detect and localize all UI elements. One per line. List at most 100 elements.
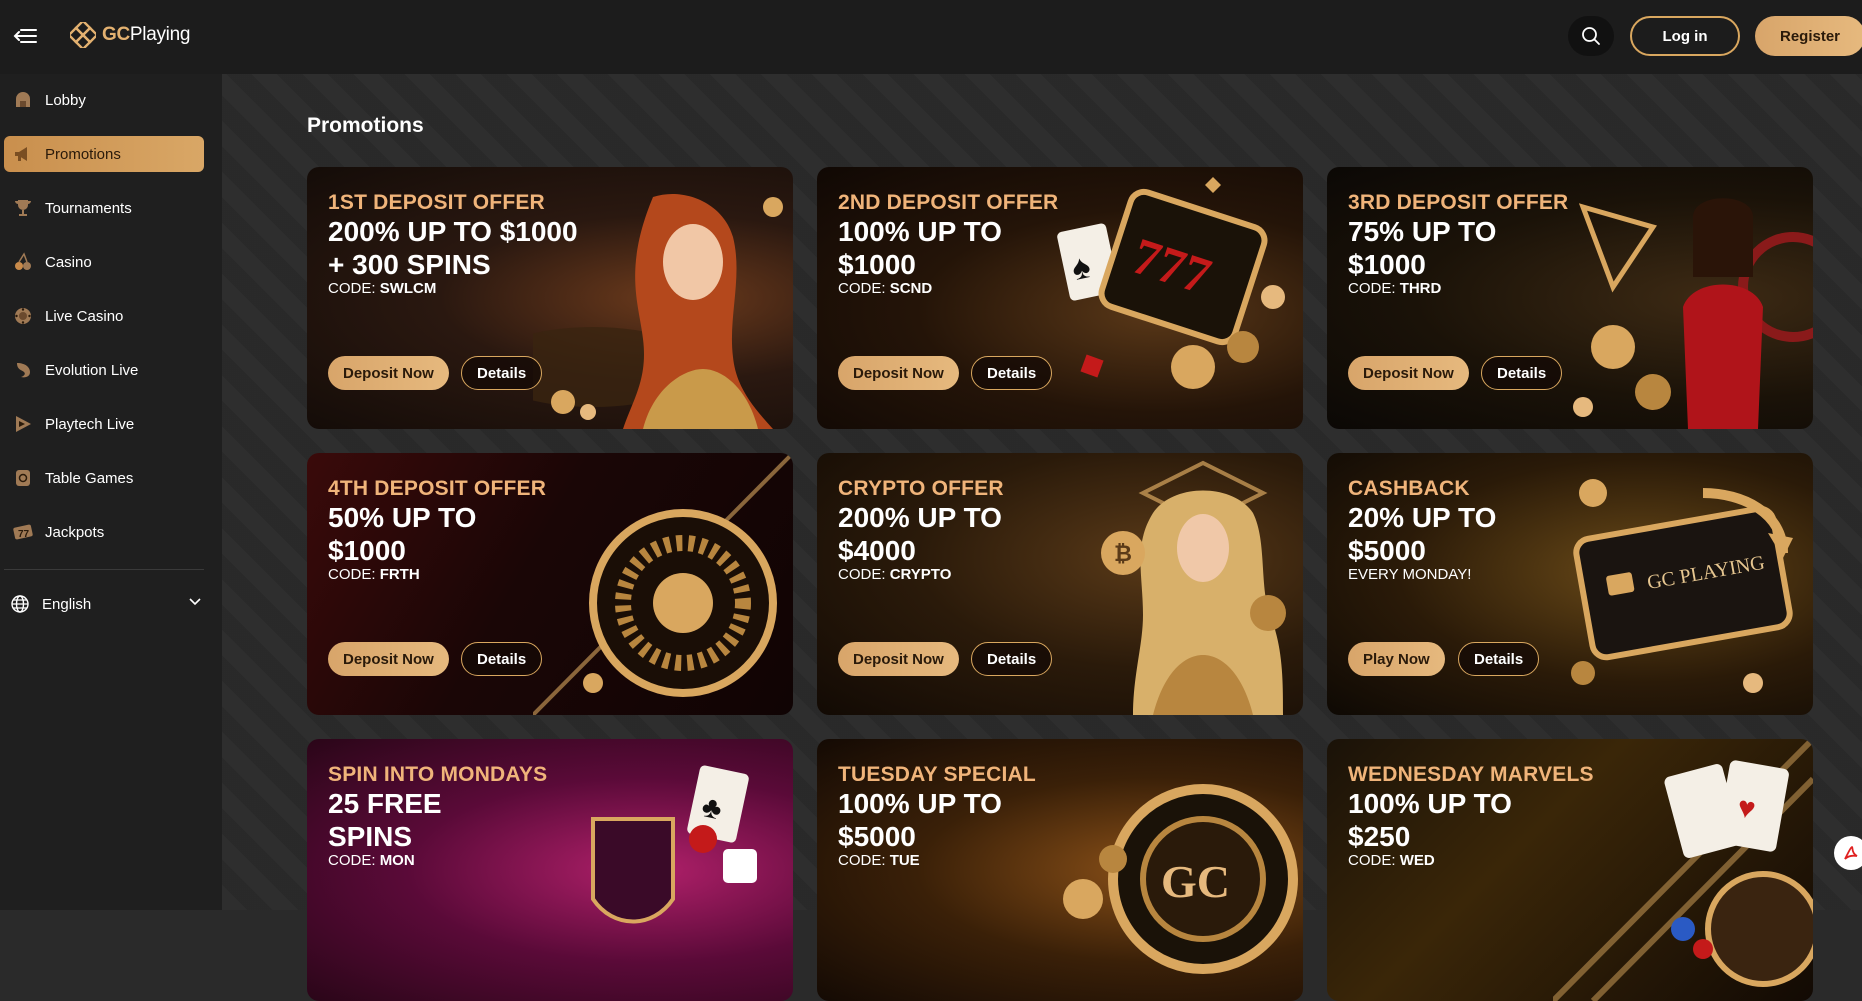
- woman-blonde-bitcoin-art: ₿: [1101, 460, 1286, 715]
- dice-icon: [12, 467, 34, 489]
- sidebar-item-label: Playtech Live: [45, 415, 135, 433]
- lobby-icon: [12, 89, 34, 111]
- promo-card-tuesday-special[interactable]: GC TUESDAY SPECIAL 100% UP TO $5000 CODE…: [817, 739, 1303, 1001]
- promo-card-second-deposit[interactable]: ♠ 777 2ND DEPOSIT OFFER 100% UP TO $1000…: [817, 167, 1303, 429]
- promo-code-prefix: CODE:: [838, 566, 890, 583]
- details-button[interactable]: Details: [1481, 356, 1563, 390]
- promo-code-value: THRD: [1399, 280, 1442, 297]
- login-button[interactable]: Log in: [1630, 16, 1740, 56]
- collapse-menu-icon[interactable]: [12, 24, 38, 48]
- sidebar-item-lobby[interactable]: Lobby: [4, 82, 204, 118]
- promo-eyebrow: CRYPTO OFFER: [838, 477, 1004, 500]
- promo-card-crypto[interactable]: ₿ CRYPTO OFFER 200% UP TO $4000 CODE: CR…: [817, 453, 1303, 715]
- sidebar-divider: [4, 569, 204, 570]
- promo-headline-text: 100% UP TO $5000: [838, 788, 1002, 852]
- deposit-now-button[interactable]: Deposit Now: [328, 356, 449, 390]
- promo-code-value: EVERY MONDAY!: [1348, 566, 1472, 583]
- sidebar-item-evolution-live[interactable]: Evolution Live: [4, 352, 204, 388]
- chevron-down-icon: [189, 598, 201, 606]
- play-now-button[interactable]: Play Now: [1348, 642, 1445, 676]
- details-button[interactable]: Details: [1458, 642, 1540, 676]
- deposit-now-button[interactable]: Deposit Now: [328, 642, 449, 676]
- promo-headline: 100% UP TO $250: [1348, 787, 1648, 853]
- cards-dice-art: ♣: [591, 765, 757, 924]
- promo-eyebrow: CASHBACK: [1348, 477, 1470, 500]
- language-selector[interactable]: English: [10, 589, 202, 619]
- sidebar-item-jackpots[interactable]: 77 Jackpots: [4, 514, 204, 550]
- logo-mark-icon: [70, 22, 96, 48]
- promo-eyebrow: 4TH DEPOSIT OFFER: [328, 477, 547, 500]
- promo-eyebrow: SPIN INTO MONDAYS: [328, 763, 548, 786]
- top-header: GCPlaying Log in Register: [0, 0, 1862, 74]
- promo-code-prefix: CODE:: [1348, 280, 1400, 297]
- details-button[interactable]: Details: [461, 356, 543, 390]
- promo-card-first-deposit[interactable]: 1ST DEPOSIT OFFER 200% UP TO $1000 + 300…: [307, 167, 793, 429]
- sidebar-item-promotions[interactable]: Promotions: [4, 136, 204, 172]
- promo-code-value: CRYPTO: [889, 566, 952, 583]
- promo-headline-text: 100% UP TO $250: [1348, 788, 1512, 852]
- globe-icon: [11, 595, 29, 613]
- search-button[interactable]: [1568, 16, 1614, 56]
- promo-card-wednesday-marvels[interactable]: ♥ WEDNESDAY MARVELS 100% UP TO $250 CODE…: [1327, 739, 1813, 1001]
- details-button[interactable]: Details: [971, 642, 1053, 676]
- promo-code-prefix: CODE:: [1348, 852, 1400, 869]
- promo-card-third-deposit[interactable]: 3RD DEPOSIT OFFER 75% UP TO $1000 CODE: …: [1327, 167, 1813, 429]
- play-icon: [12, 413, 34, 435]
- promo-code-prefix: CODE:: [328, 852, 380, 869]
- promo-headline-text: 75% UP TO $1000: [1348, 216, 1497, 280]
- sidebar-item-casino[interactable]: Casino: [4, 244, 204, 280]
- promo-headline: 100% UP TO $5000: [838, 787, 1138, 853]
- promo-headline: 200% UP TO $4000: [838, 501, 1138, 567]
- promo-code-prefix: CODE:: [838, 852, 890, 869]
- language-label: English: [42, 595, 92, 613]
- promo-card-fourth-deposit[interactable]: 4TH DEPOSIT OFFER 50% UP TO $1000 CODE: …: [307, 453, 793, 715]
- trophy-icon: [12, 197, 34, 219]
- page-title: Promotions: [307, 114, 424, 137]
- chip-art-text: GC: [1161, 856, 1230, 907]
- promo-code: CODE: WED: [1348, 852, 1435, 869]
- svg-text:77: 77: [18, 529, 30, 540]
- sidebar-item-label: Casino: [45, 253, 92, 271]
- promo-code-prefix: CODE:: [328, 566, 380, 583]
- deposit-now-button[interactable]: Deposit Now: [838, 356, 959, 390]
- sidebar-item-playtech-live[interactable]: Playtech Live: [4, 406, 204, 442]
- deposit-now-button[interactable]: Deposit Now: [1348, 356, 1469, 390]
- promo-code-value: SWLCM: [379, 280, 437, 297]
- promo-code-value: FRTH: [379, 566, 420, 583]
- promo-code: CODE: CRYPTO: [838, 566, 951, 583]
- promo-code-value: TUE: [889, 852, 920, 869]
- promo-eyebrow: 1ST DEPOSIT OFFER: [328, 191, 545, 214]
- sidebar-item-label: Evolution Live: [45, 361, 139, 379]
- promo-code: CODE: FRTH: [328, 566, 420, 583]
- main-content: Promotions 1ST DEPOSIT OFFER 200% UP TO …: [222, 74, 1862, 1001]
- promo-headline-text: 200% UP TO $1000 + 300 SPINS: [328, 216, 578, 280]
- promo-code-prefix: CODE:: [838, 280, 890, 297]
- sidebar-item-tournaments[interactable]: Tournaments: [4, 190, 204, 226]
- sidebar-item-table-games[interactable]: Table Games: [4, 460, 204, 496]
- details-button[interactable]: Details: [461, 642, 543, 676]
- roulette-icon: [12, 305, 34, 327]
- register-button[interactable]: Register: [1755, 16, 1862, 56]
- promo-eyebrow: 2ND DEPOSIT OFFER: [838, 191, 1059, 214]
- promo-code: CODE: TUE: [838, 852, 920, 869]
- promo-code: CODE: SCND: [838, 280, 932, 297]
- promo-headline-text: 100% UP TO $1000: [838, 216, 1002, 280]
- sidebar-item-label: Promotions: [45, 145, 121, 163]
- promo-eyebrow: WEDNESDAY MARVELS: [1348, 763, 1594, 786]
- promo-headline: 75% UP TO $1000: [1348, 215, 1648, 281]
- sidebar-item-label: Table Games: [45, 469, 134, 487]
- promo-code-value: MON: [379, 852, 415, 869]
- woman-red-dress-art: [1573, 198, 1813, 429]
- promo-headline: 200% UP TO $1000 + 300 SPINS: [328, 215, 628, 281]
- promo-card-cashback[interactable]: GC PLAYING CASHBACK 20% UP TO $5000 EVER…: [1327, 453, 1813, 715]
- sidebar-item-label: Jackpots: [45, 523, 105, 541]
- deposit-now-button[interactable]: Deposit Now: [838, 642, 959, 676]
- promo-card-spin-mondays[interactable]: ♣ SPIN INTO MONDAYS 25 FREE SPINS CODE: …: [307, 739, 793, 1001]
- pdf-extension-icon[interactable]: [1834, 836, 1862, 870]
- logo[interactable]: GCPlaying: [70, 22, 190, 48]
- gc-playing-card-art: GC PLAYING: [1571, 479, 1793, 693]
- promo-code: CODE: THRD: [1348, 280, 1441, 297]
- promo-code: CODE: SWLCM: [328, 280, 436, 297]
- details-button[interactable]: Details: [971, 356, 1053, 390]
- sidebar-item-live-casino[interactable]: Live Casino: [4, 298, 204, 334]
